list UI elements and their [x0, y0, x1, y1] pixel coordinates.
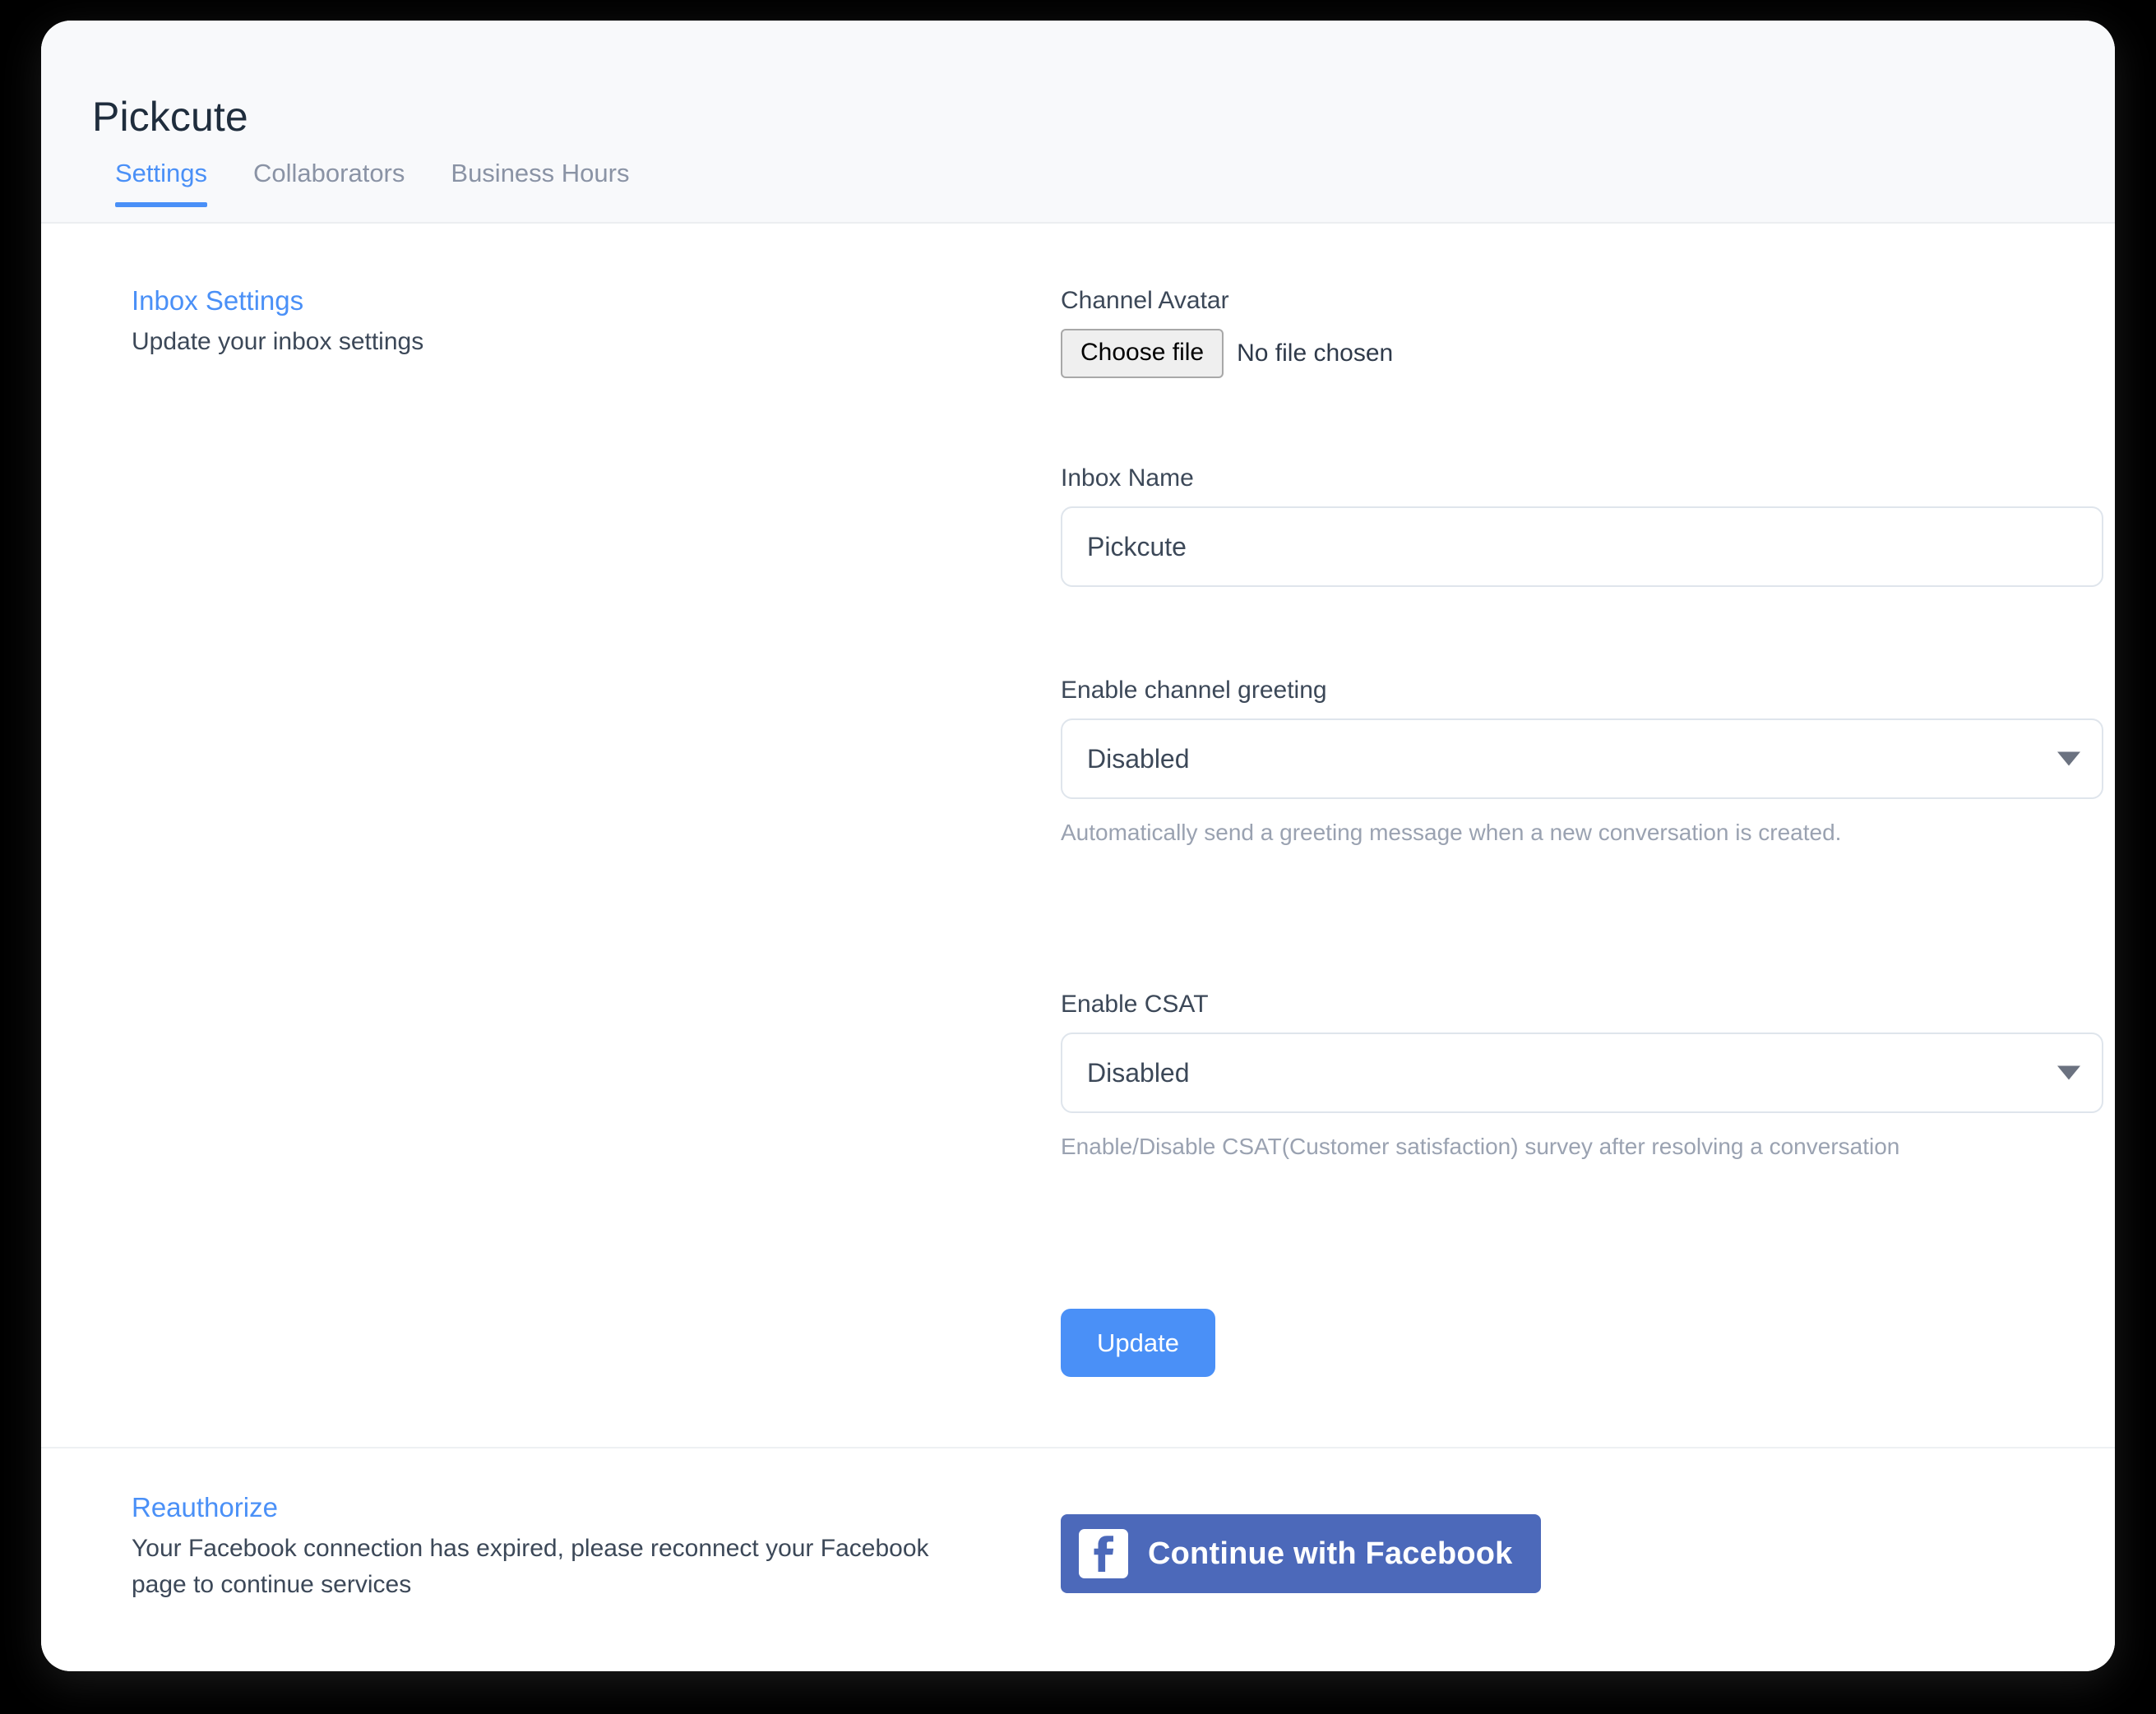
reauthorize-action-column: Continue with Facebook	[1061, 1514, 2103, 1593]
reauthorize-description: Your Facebook connection has expired, pl…	[132, 1535, 929, 1598]
update-button[interactable]: Update	[1061, 1309, 1215, 1377]
reauthorize-section: Reauthorize Your Facebook connection has…	[41, 1447, 2115, 1671]
tab-business-hours[interactable]: Business Hours	[428, 160, 652, 207]
inbox-settings-title: Inbox Settings	[132, 285, 304, 316]
inbox-name-field: Inbox Name	[1061, 464, 2103, 587]
inbox-settings-section: Inbox Settings Update your inbox setting…	[41, 225, 2115, 1445]
page-title: Pickcute	[92, 93, 248, 140]
tab-collaborators[interactable]: Collaborators	[230, 160, 428, 207]
csat-select-value[interactable]: Disabled	[1061, 1033, 2103, 1113]
file-status-text: No file chosen	[1237, 340, 1394, 367]
screen: Pickcute Settings Collaborators Business…	[0, 0, 2156, 1714]
app-window-card: Pickcute Settings Collaborators Business…	[41, 21, 2115, 1671]
csat-label: Enable CSAT	[1061, 991, 1209, 1018]
channel-avatar-label: Channel Avatar	[1061, 287, 1229, 314]
facebook-icon	[1079, 1529, 1128, 1578]
choose-file-button[interactable]: Choose file	[1061, 329, 1224, 378]
channel-greeting-select-value[interactable]: Disabled	[1061, 718, 2103, 799]
csat-help-text: Enable/Disable CSAT(Customer satisfactio…	[1061, 1134, 1900, 1159]
channel-avatar-field: Channel Avatar Choose file No file chose…	[1061, 286, 2103, 378]
inbox-name-label: Inbox Name	[1061, 464, 1194, 492]
page-body: Inbox Settings Update your inbox setting…	[41, 225, 2115, 1671]
continue-with-facebook-button[interactable]: Continue with Facebook	[1061, 1514, 1541, 1593]
channel-avatar-file-input[interactable]: Choose file No file chosen	[1061, 329, 2103, 378]
csat-select[interactable]: Disabled	[1061, 1033, 2103, 1113]
reauthorize-title: Reauthorize	[132, 1492, 278, 1522]
tab-settings[interactable]: Settings	[92, 160, 230, 207]
channel-greeting-select[interactable]: Disabled	[1061, 718, 2103, 799]
facebook-button-label: Continue with Facebook	[1148, 1536, 1513, 1571]
page-header: Pickcute Settings Collaborators Business…	[41, 21, 2115, 224]
channel-greeting-help-text: Automatically send a greeting message wh…	[1061, 820, 1842, 845]
csat-field: Enable CSAT Disabled Enable/Disable CSAT…	[1061, 990, 2103, 1163]
channel-greeting-label: Enable channel greeting	[1061, 677, 1327, 704]
inbox-name-input[interactable]	[1061, 506, 2103, 587]
inbox-settings-description-column: Inbox Settings Update your inbox setting…	[132, 284, 995, 360]
reauthorize-description-column: Reauthorize Your Facebook connection has…	[132, 1491, 995, 1602]
inbox-settings-description: Update your inbox settings	[132, 328, 424, 356]
tab-bar: Settings Collaborators Business Hours	[92, 160, 652, 207]
update-button-row: Update	[1061, 1309, 2103, 1377]
channel-greeting-field: Enable channel greeting Disabled Automat…	[1061, 676, 2103, 849]
